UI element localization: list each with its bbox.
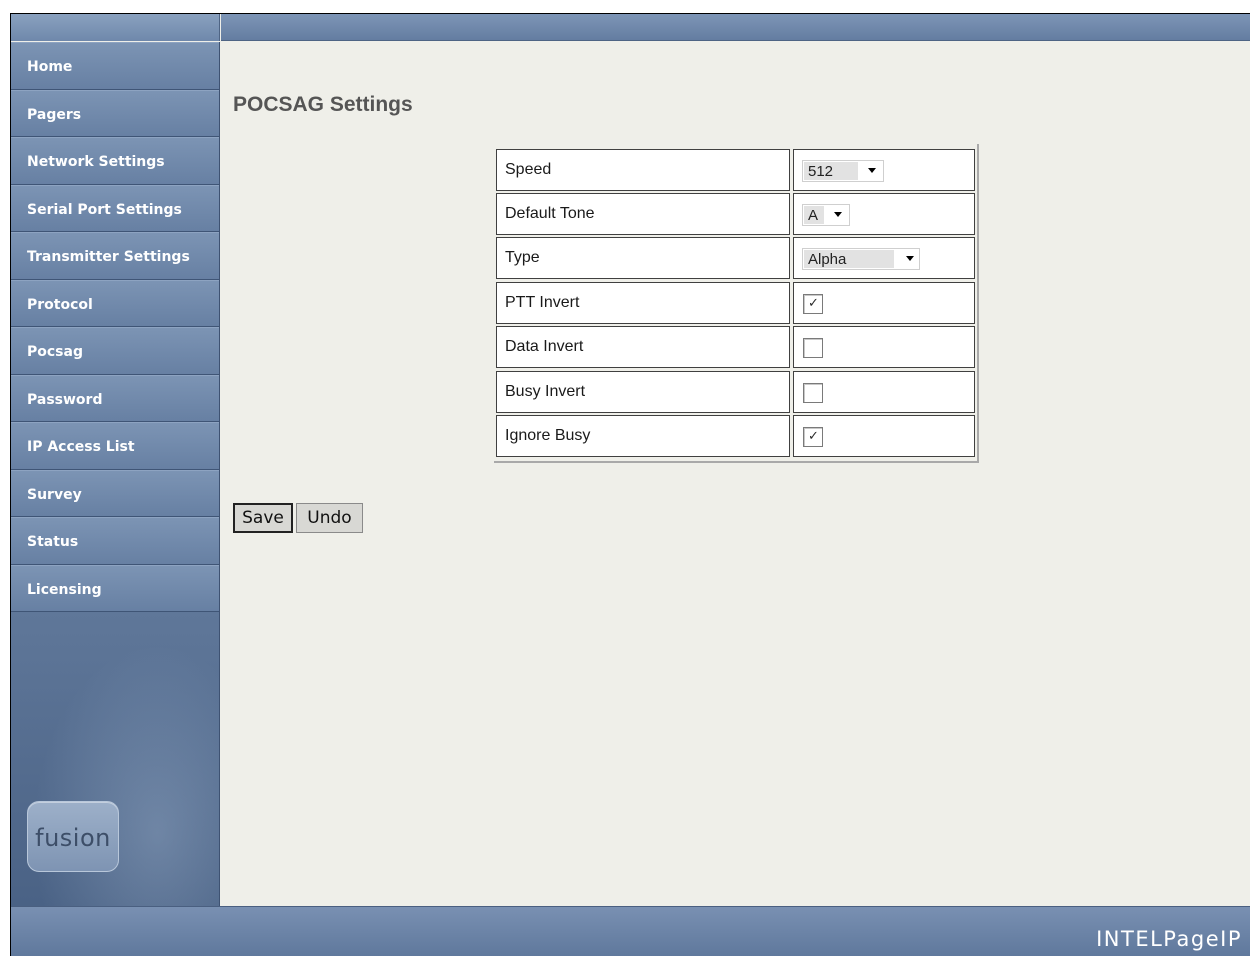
data-invert-checkbox[interactable] [803,338,823,358]
sidebar: Home Pagers Network Settings Serial Port… [11,42,220,906]
sidebar-item-licensing[interactable]: Licensing [11,564,219,612]
ptt-invert-cell: ✓ [793,282,975,324]
busy-invert-cell [793,371,975,413]
ignore-busy-checkbox[interactable]: ✓ [803,427,823,447]
top-bar [221,14,1250,41]
chevron-down-icon [834,212,842,217]
sidebar-item-transmitter-settings[interactable]: Transmitter Settings [11,232,219,280]
chevron-down-icon [868,168,876,173]
ptt-invert-label: PTT Invert [496,282,790,324]
table-row: Busy Invert [494,371,977,413]
data-invert-cell [793,326,975,368]
table-row: Speed 512 [494,149,977,191]
speed-cell: 512 [793,149,975,191]
speed-select-value: 512 [804,162,858,180]
ignore-busy-cell: ✓ [793,415,975,457]
footer-brand: INTELPageIP [1096,927,1242,951]
table-row: Data Invert [494,326,977,368]
table-row: Type Alpha [494,237,977,279]
type-cell: Alpha [793,237,975,279]
sidebar-item-pocsag[interactable]: Pocsag [11,327,219,375]
type-label: Type [496,237,790,279]
data-invert-label: Data Invert [496,326,790,368]
sidebar-item-protocol[interactable]: Protocol [11,279,219,327]
sidebar-item-home[interactable]: Home [11,42,219,90]
check-icon: ✓ [808,296,819,311]
default-tone-cell: A [793,193,975,235]
ptt-invert-checkbox[interactable]: ✓ [803,294,823,314]
main-content: POCSAG Settings Speed 512 Default Tone A [221,42,1250,906]
save-button[interactable]: Save [233,503,293,533]
busy-invert-label: Busy Invert [496,371,790,413]
default-tone-label: Default Tone [496,193,790,235]
speed-select[interactable]: 512 [802,160,884,182]
type-select-value: Alpha [804,250,894,268]
type-select[interactable]: Alpha [802,248,920,270]
fusion-logo: fusion [27,801,119,872]
logo-text: fusion [35,824,111,852]
sidebar-item-ip-access-list[interactable]: IP Access List [11,422,219,470]
chevron-down-icon [906,256,914,261]
sidebar-item-pagers[interactable]: Pagers [11,89,219,137]
table-row: Ignore Busy ✓ [494,415,977,457]
settings-table: Speed 512 Default Tone A Type Alpha PTT … [494,144,979,463]
table-row: PTT Invert ✓ [494,282,977,324]
page-title: POCSAG Settings [233,93,413,116]
table-row: Default Tone A [494,193,977,235]
app-frame: Home Pagers Network Settings Serial Port… [10,13,1250,956]
undo-button[interactable]: Undo [296,503,363,533]
sidebar-item-serial-port-settings[interactable]: Serial Port Settings [11,184,219,232]
check-icon: ✓ [808,429,819,444]
sidebar-item-survey[interactable]: Survey [11,469,219,517]
top-bar-left [11,14,220,41]
sidebar-item-network-settings[interactable]: Network Settings [11,137,219,185]
speed-label: Speed [496,149,790,191]
sidebar-item-status[interactable]: Status [11,517,219,565]
busy-invert-checkbox[interactable] [803,383,823,403]
default-tone-select[interactable]: A [802,204,850,226]
sidebar-item-password[interactable]: Password [11,374,219,422]
ignore-busy-label: Ignore Busy [496,415,790,457]
default-tone-select-value: A [804,206,824,224]
footer: INTELPageIP [11,906,1250,956]
